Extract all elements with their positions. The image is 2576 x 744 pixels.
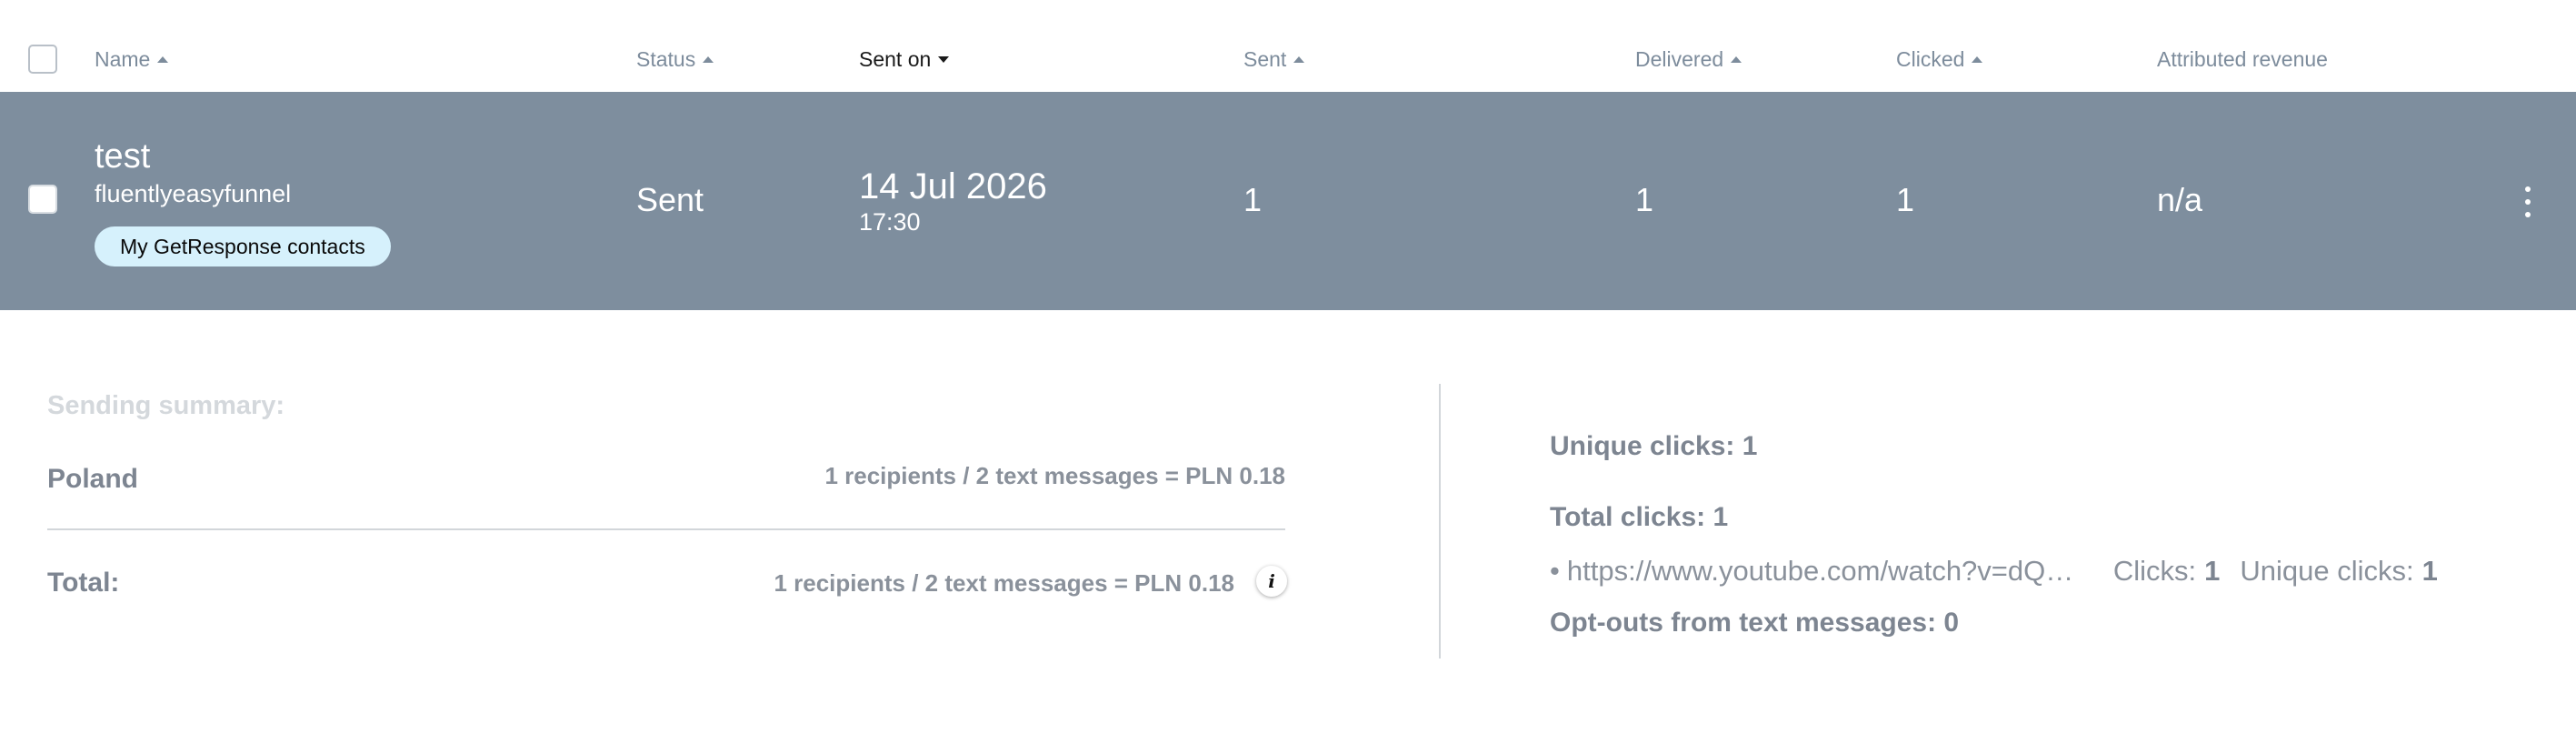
column-header-sent-on[interactable]: Sent on	[859, 47, 950, 72]
message-name[interactable]: test	[95, 137, 150, 176]
link-stats-item: • https://www.youtube.com/watch?v=dQw4w9…	[1550, 555, 2438, 588]
sort-asc-icon	[703, 56, 714, 63]
status-value: Sent	[636, 181, 704, 218]
country-cost-calculation: 1 recipients / 2 text messages = PLN 0.1…	[824, 462, 1285, 489]
clicked-value: 1	[1896, 181, 1915, 218]
revenue-value: n/a	[2157, 181, 2203, 218]
link-clicks-value: 1	[2204, 555, 2221, 587]
column-header-status[interactable]: Status	[636, 47, 714, 72]
total-label: Total:	[47, 568, 120, 598]
sending-summary-heading: Sending summary:	[47, 391, 285, 420]
sort-desc-icon	[938, 56, 950, 63]
table-row[interactable]: test fluentlyeasyfunnel My GetResponse c…	[0, 92, 2576, 310]
column-header-delivered[interactable]: Delivered	[1635, 47, 1742, 72]
sort-asc-icon	[1293, 56, 1305, 63]
opt-outs-stat: Opt-outs from text messages: 0	[1550, 608, 1960, 638]
total-clicks-stat: Total clicks: 1	[1550, 502, 1729, 532]
sent-time: 17:30	[859, 208, 921, 236]
table-header: Name Status Sent on Sent Delivered Click…	[0, 0, 2576, 92]
link-clicks-label: Clicks:	[2112, 555, 2197, 587]
column-header-name[interactable]: Name	[95, 47, 169, 72]
info-icon[interactable]: i	[1256, 566, 1287, 597]
list-tag: My GetResponse contacts	[95, 226, 391, 266]
sender-name: fluentlyeasyfunnel	[95, 180, 292, 207]
country-label: Poland	[47, 464, 139, 494]
unique-clicks-stat: Unique clicks: 1	[1550, 431, 1758, 461]
details-divider	[1439, 384, 1441, 659]
delivered-value: 1	[1635, 181, 1654, 218]
link-unique-clicks-label: Unique clicks:	[2240, 555, 2414, 587]
link-unique-clicks-value: 1	[2421, 555, 2438, 587]
link-url[interactable]: https://www.youtube.com/watch?v=dQw4w9Wg…	[1567, 555, 2090, 588]
select-all-checkbox[interactable]	[28, 45, 57, 74]
sent-date: 14 Jul 2026	[859, 166, 1047, 206]
sort-asc-icon	[1731, 56, 1742, 63]
more-options-icon[interactable]	[2523, 186, 2532, 217]
column-header-clicked[interactable]: Clicked	[1896, 47, 1983, 72]
sort-asc-icon	[1972, 56, 1983, 63]
bullet: •	[1550, 555, 1560, 587]
column-header-attributed-revenue: Attributed revenue	[2157, 47, 2328, 71]
summary-divider	[47, 528, 1285, 530]
total-cost-calculation: 1 recipients / 2 text messages = PLN 0.1…	[774, 569, 1234, 597]
sent-value: 1	[1243, 181, 1263, 218]
sort-asc-icon	[157, 56, 169, 63]
row-checkbox[interactable]	[28, 185, 57, 214]
column-header-sent[interactable]: Sent	[1243, 47, 1305, 72]
